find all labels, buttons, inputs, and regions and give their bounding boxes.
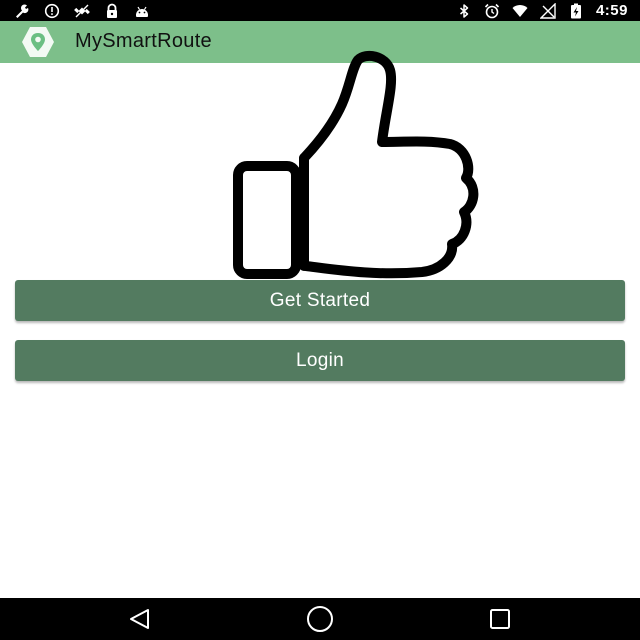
- wifi-icon: [512, 3, 528, 19]
- lock-icon: [104, 3, 120, 19]
- recents-square-icon[interactable]: [468, 598, 532, 640]
- login-button[interactable]: Login: [15, 340, 625, 381]
- screen: 4:59 MySmartRoute Get Started Login: [0, 0, 640, 640]
- no-signal-icon: [539, 2, 556, 19]
- bluetooth-icon: [456, 3, 472, 19]
- status-right-icons: 4:59: [456, 0, 628, 21]
- android-icon: [134, 3, 150, 19]
- get-started-button[interactable]: Get Started: [15, 280, 625, 321]
- app-title: MySmartRoute: [75, 30, 212, 52]
- status-bar: 4:59: [0, 0, 640, 21]
- satellite-icon: [74, 3, 90, 19]
- thumbs-up-icon: [226, 48, 486, 284]
- status-left-icons: [14, 0, 150, 21]
- wrench-icon: [14, 3, 30, 19]
- alert-circle-icon: [44, 3, 60, 19]
- alarm-clock-icon: [484, 3, 500, 19]
- battery-charging-icon: [568, 3, 584, 19]
- navigation-bar: [0, 598, 640, 640]
- status-time: 4:59: [595, 2, 628, 19]
- back-triangle-icon[interactable]: [108, 598, 172, 640]
- home-circle-icon[interactable]: [288, 598, 352, 640]
- map-pin-hexagon-icon: [21, 25, 55, 59]
